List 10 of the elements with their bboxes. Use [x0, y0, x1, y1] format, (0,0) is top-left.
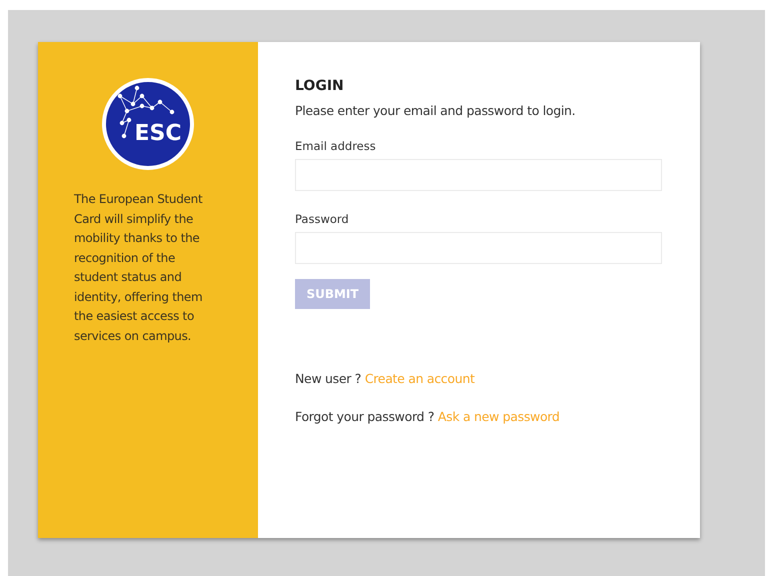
field-label: Password [295, 212, 349, 226]
link-prompt: Forgot your password ? [295, 409, 434, 424]
logo-icon: ESC [102, 78, 194, 170]
link-prompt: New user ? [295, 371, 362, 386]
login-subtitle: Please enter your email and password to login. [295, 103, 576, 118]
description: The European Student Card will simplify the mobility thanks to the recognition of the student status and identity, offering them the easiest access to services on campus. [74, 191, 204, 344]
field-label: Email address [295, 139, 376, 153]
link[interactable]: Ask a new password [438, 409, 560, 424]
login-title: LOGIN [295, 78, 344, 94]
link[interactable]: Create an account [364, 371, 475, 386]
